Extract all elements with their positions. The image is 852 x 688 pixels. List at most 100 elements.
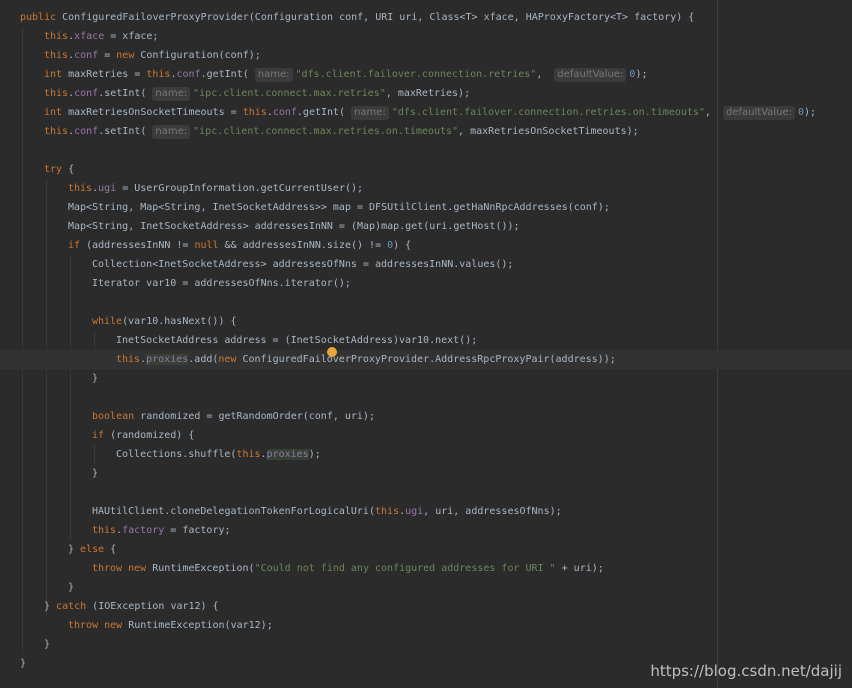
parameter-hint: name: — [152, 87, 191, 101]
code-line[interactable]: this.proxies.add(new ConfiguredFailoverP… — [0, 350, 852, 369]
code-token: conf — [74, 50, 99, 61]
code-token: ); — [635, 69, 648, 80]
code-token: } — [92, 373, 99, 384]
code-line[interactable]: } — [0, 369, 98, 388]
code-line[interactable]: InetSocketAddress address = (InetSocketA… — [0, 331, 477, 350]
code-token: { — [62, 164, 75, 175]
code-token: } — [68, 544, 81, 555]
code-token: , — [704, 107, 723, 118]
code-line[interactable]: this.ugi = UserGroupInformation.getCurre… — [0, 179, 363, 198]
code-token: while — [92, 316, 123, 327]
parameter-hint: defaultValue: — [722, 106, 795, 120]
code-token: ConfiguredFailoverProxyProvider.AddressR… — [236, 354, 616, 365]
code-line[interactable]: throw new RuntimeException("Could not fi… — [0, 559, 604, 578]
code-line[interactable] — [0, 141, 20, 160]
code-token: .setInt( — [98, 88, 153, 99]
code-line[interactable]: this.xface = xface; — [0, 27, 158, 46]
code-line[interactable]: Map<String, InetSocketAddress> addresses… — [0, 217, 520, 236]
code-line[interactable]: } — [0, 578, 74, 597]
code-token: this — [44, 31, 69, 42]
code-token: new — [116, 50, 135, 61]
code-token: "ipc.client.connect.max.retries" — [193, 88, 386, 99]
code-token: int — [44, 69, 63, 80]
code-token: (IOException var12) { — [86, 601, 219, 612]
code-token: ); — [308, 449, 321, 460]
code-line[interactable]: this.conf.setInt( name: "ipc.client.conne… — [0, 84, 470, 103]
code-line[interactable]: } else { — [0, 540, 116, 559]
code-token: Map<String, Map<String, InetSocketAddres… — [68, 202, 610, 213]
code-line[interactable]: while(var10.hasNext()) { — [0, 312, 237, 331]
code-token: conf — [176, 69, 201, 80]
code-token: this — [44, 88, 69, 99]
code-line[interactable]: boolean randomized = getRandomOrder(conf… — [0, 407, 375, 426]
code-token: throw — [68, 620, 99, 631]
code-token: ugi — [98, 183, 117, 194]
code-token: , uri, addressesOfNns); — [423, 506, 562, 517]
code-token: boolean — [92, 411, 135, 422]
code-token: .setInt( — [98, 126, 153, 137]
code-token: ); — [804, 107, 817, 118]
code-token: RuntimeException( — [146, 563, 255, 574]
code-line[interactable]: public ConfiguredFailoverProxyProvider(C… — [0, 8, 694, 27]
code-line[interactable]: this.conf = new Configuration(conf); — [0, 46, 261, 65]
code-token: = factory; — [164, 525, 231, 536]
code-token: this — [44, 126, 69, 137]
code-token: { — [104, 544, 117, 555]
code-line[interactable]: Collection<InetSocketAddress> addressesO… — [0, 255, 513, 274]
code-token: } — [20, 658, 27, 669]
code-token: catch — [56, 601, 87, 612]
code-token: xface — [74, 31, 105, 42]
code-line[interactable]: Map<String, Map<String, InetSocketAddres… — [0, 198, 610, 217]
code-token: ) { — [393, 240, 412, 251]
code-token: this — [92, 525, 117, 536]
code-line[interactable]: if (addressesInNN != null && addressesIn… — [0, 236, 411, 255]
code-token: if — [68, 240, 81, 251]
code-token: new — [128, 563, 147, 574]
code-line[interactable]: if (randomized) { — [0, 426, 194, 445]
code-token: null — [194, 240, 219, 251]
code-token: InetSocketAddress address = (InetSocketA… — [116, 335, 478, 346]
code-token: = — [98, 50, 117, 61]
code-token: this — [116, 354, 141, 365]
code-line[interactable]: this.factory = factory; — [0, 521, 231, 540]
lightbulb-icon[interactable] — [327, 347, 337, 357]
code-line[interactable]: } — [0, 635, 50, 654]
code-line[interactable]: int maxRetriesOnSocketTimeouts = this.co… — [0, 103, 816, 122]
code-line[interactable]: } — [0, 654, 26, 673]
code-token: Iterator var10 = addressesOfNns.iterator… — [92, 278, 351, 289]
watermark: https://blog.csdn.net/dajij — [650, 662, 842, 680]
code-line[interactable] — [0, 293, 20, 312]
parameter-hint: name: — [351, 106, 389, 120]
code-token: Map<String, InetSocketAddress> addresses… — [68, 221, 520, 232]
code-token: this — [68, 183, 93, 194]
code-token: if — [92, 430, 105, 441]
code-line[interactable] — [0, 388, 20, 407]
code-token: "ipc.client.connect.max.retries.on.timeo… — [193, 126, 459, 137]
code-token: .getInt( — [200, 69, 255, 80]
code-line[interactable]: Iterator var10 = addressesOfNns.iterator… — [0, 274, 351, 293]
code-token: try — [44, 164, 63, 175]
code-line[interactable]: try { — [0, 160, 74, 179]
code-token: RuntimeException(var12); — [122, 620, 273, 631]
code-token: = xface; — [104, 31, 159, 42]
code-token: "Could not find any configured addresses… — [254, 563, 556, 574]
code-line[interactable]: this.conf.setInt( name: "ipc.client.conne… — [0, 122, 639, 141]
code-token: proxies — [146, 354, 189, 365]
code-token: && addressesInNN.size() != — [218, 240, 388, 251]
code-line[interactable]: Collections.shuffle(this.proxies); — [0, 445, 321, 464]
code-token: + uri); — [555, 563, 604, 574]
code-line[interactable] — [0, 483, 20, 502]
code-line[interactable]: } catch (IOException var12) { — [0, 597, 219, 616]
code-line[interactable]: } — [0, 464, 98, 483]
code-token: this — [146, 69, 171, 80]
code-token: , maxRetriesOnSocketTimeouts); — [458, 126, 639, 137]
code-line[interactable]: int maxRetries = this.conf.getInt( name:… — [0, 65, 647, 84]
code-token: Configuration(conf); — [134, 50, 261, 61]
code-token: , maxRetries); — [385, 88, 471, 99]
code-line[interactable]: HAUtilClient.cloneDelegationTokenForLogi… — [0, 502, 562, 521]
code-editor[interactable]: public ConfiguredFailoverProxyProvider(C… — [0, 0, 852, 688]
code-token: new — [104, 620, 123, 631]
code-token: maxRetries = — [62, 69, 147, 80]
parameter-hint: name: — [152, 125, 191, 139]
code-line[interactable]: throw new RuntimeException(var12); — [0, 616, 273, 635]
